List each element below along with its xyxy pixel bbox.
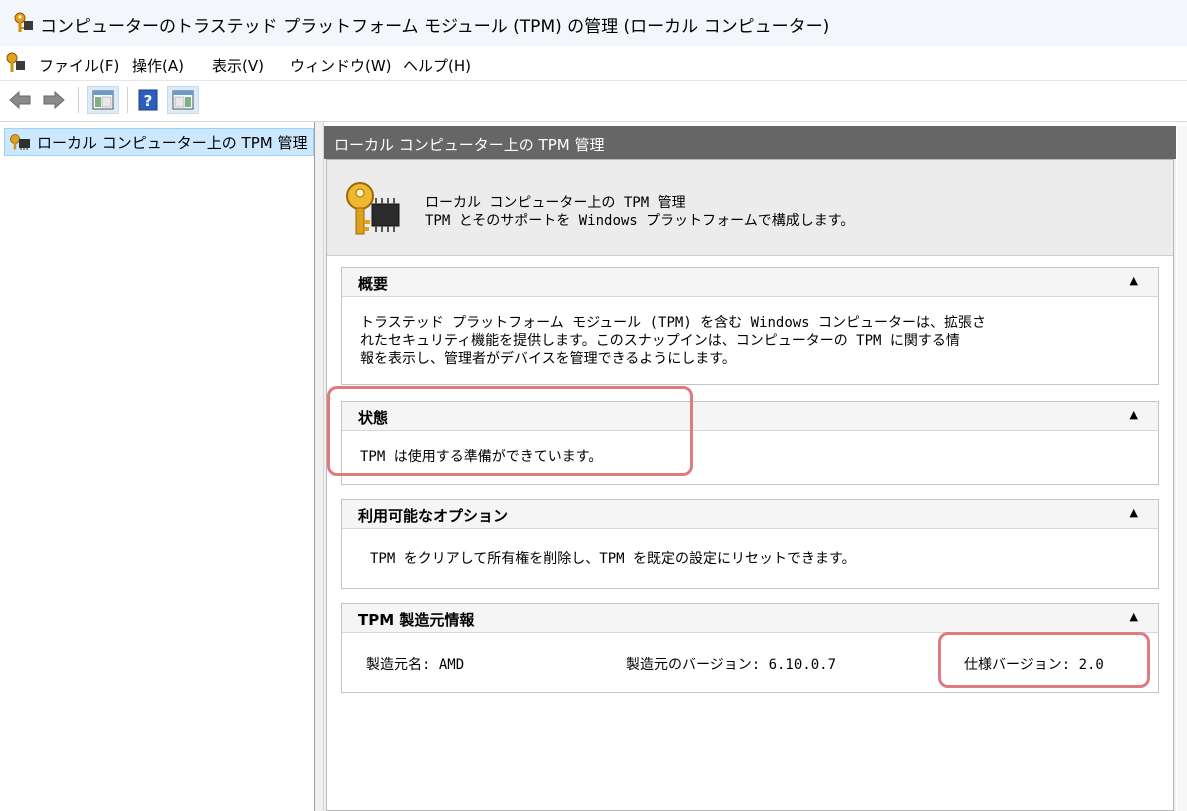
manufacturer-title: TPM 製造元情報 xyxy=(358,611,475,629)
tpm-key-icon xyxy=(14,12,33,32)
manufacturer-header[interactable]: TPM 製造元情報 ▲ xyxy=(342,604,1158,633)
help-icon: ? xyxy=(138,89,158,111)
menu-view[interactable]: 表示(V) xyxy=(212,55,264,76)
overview-line: 報を表示し、管理者がデバイスを管理できるようにします。 xyxy=(360,351,736,367)
manufacturer-name: 製造元名: AMD xyxy=(366,657,465,673)
tpm-chip-icon xyxy=(10,134,30,150)
overview-text: トラステッド プラットフォーム モジュール (TPM) を含む Windows … xyxy=(360,314,986,368)
options-header[interactable]: 利用可能なオプション ▲ xyxy=(342,500,1158,529)
pane-splitter[interactable] xyxy=(315,122,324,811)
help-button[interactable]: ? xyxy=(135,86,161,114)
banner-title: ローカル コンピューター上の TPM 管理 xyxy=(425,195,686,211)
pane-header-title: ローカル コンピューター上の TPM 管理 xyxy=(334,136,605,154)
manufacturer-version: 製造元のバージョン: 6.10.0.7 xyxy=(626,657,837,673)
collapse-arrow-icon[interactable]: ▲ xyxy=(1130,274,1138,287)
svg-text:?: ? xyxy=(144,92,153,110)
status-header[interactable]: 状態 ▲ xyxy=(342,402,1158,431)
options-text: TPM をクリアして所有権を削除し、TPM を既定の設定にリセットできます。 xyxy=(370,551,856,567)
spec-version: 仕様バージョン: 2.0 xyxy=(964,657,1104,673)
right-edge-scroll-area[interactable] xyxy=(1177,126,1187,811)
toolbar: ? xyxy=(0,81,1187,122)
options-title: 利用可能なオプション xyxy=(358,507,509,525)
menu-window[interactable]: ウィンドウ(W) xyxy=(290,55,392,76)
back-arrow-icon xyxy=(9,90,31,110)
menu-help[interactable]: ヘルプ(H) xyxy=(403,55,471,76)
banner-subtitle: TPM とそのサポートを Windows プラットフォームで構成します。 xyxy=(425,213,855,229)
app-menu-icon[interactable] xyxy=(4,52,26,74)
collapse-arrow-icon[interactable]: ▲ xyxy=(1130,408,1138,421)
menu-bar: ファイル(F) 操作(A) 表示(V) ウィンドウ(W) ヘルプ(H) xyxy=(0,46,1187,81)
collapse-arrow-icon[interactable]: ▲ xyxy=(1130,610,1138,623)
status-text: TPM は使用する準備ができています。 xyxy=(360,449,603,465)
window-title: コンピューターのトラステッド プラットフォーム モジュール (TPM) の管理 … xyxy=(40,17,830,37)
title-bar: コンピューターのトラステッド プラットフォーム モジュール (TPM) の管理 … xyxy=(0,0,1187,46)
tree-item-label: ローカル コンピューター上の TPM 管理 xyxy=(37,133,308,152)
back-button[interactable] xyxy=(6,86,34,114)
console-tree-icon xyxy=(92,90,114,110)
tpm-key-chip-icon xyxy=(346,182,400,235)
pane-header: ローカル コンピューター上の TPM 管理 xyxy=(324,126,1176,159)
action-pane-icon xyxy=(172,90,194,110)
banner: ローカル コンピューター上の TPM 管理 TPM とそのサポートを Windo… xyxy=(327,160,1173,256)
forward-button[interactable] xyxy=(40,86,68,114)
toolbar-separator xyxy=(78,87,79,113)
collapse-arrow-icon[interactable]: ▲ xyxy=(1130,506,1138,519)
status-title: 状態 xyxy=(358,409,389,427)
overview-title: 概要 xyxy=(358,275,389,293)
show-hide-action-pane-button[interactable] xyxy=(167,86,199,114)
options-section: 利用可能なオプション ▲ TPM をクリアして所有権を削除し、TPM を既定の設… xyxy=(341,499,1159,589)
tree-item-tpm-management[interactable]: ローカル コンピューター上の TPM 管理 xyxy=(4,128,315,156)
status-section: 状態 ▲ TPM は使用する準備ができています。 xyxy=(341,401,1159,485)
manufacturer-section: TPM 製造元情報 ▲ 製造元名: AMD 製造元のバージョン: 6.10.0.… xyxy=(341,603,1159,693)
overview-header[interactable]: 概要 ▲ xyxy=(342,268,1158,297)
forward-arrow-icon xyxy=(43,90,65,110)
menu-action[interactable]: 操作(A) xyxy=(132,55,184,76)
menu-file[interactable]: ファイル(F) xyxy=(39,55,119,76)
show-hide-console-tree-button[interactable] xyxy=(87,86,119,114)
overview-section: 概要 ▲ トラステッド プラットフォーム モジュール (TPM) を含む Win… xyxy=(341,267,1159,385)
toolbar-separator xyxy=(127,87,128,113)
pane-content: ローカル コンピューター上の TPM 管理 TPM とそのサポートを Windo… xyxy=(326,159,1174,811)
overview-line: れたセキュリティ機能を提供します。このスナップインは、コンピューターの TPM … xyxy=(360,333,960,349)
main-pane: ローカル コンピューター上の TPM 管理 ローカル コンピューター上の TPM… xyxy=(324,126,1176,811)
overview-line: トラステッド プラットフォーム モジュール (TPM) を含む Windows … xyxy=(360,315,987,331)
console-tree: ローカル コンピューター上の TPM 管理 xyxy=(0,122,315,811)
